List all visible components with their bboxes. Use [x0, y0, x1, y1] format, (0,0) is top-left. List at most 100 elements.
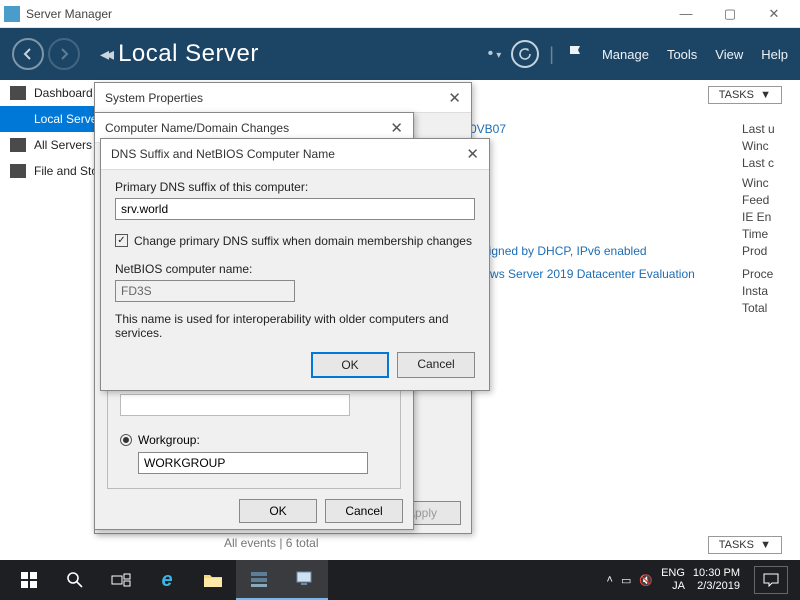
- property-row: Total: [470, 301, 782, 315]
- dropdown-icon[interactable]: •▾: [488, 45, 502, 63]
- tasks-label: TASKS: [719, 539, 754, 551]
- tray-chevron-up-icon[interactable]: ˄: [607, 574, 613, 586]
- system-tray: ˄ ▭ 🔇 ENG JA 10:30 PM 2/3/2019: [607, 566, 794, 594]
- property-row: Winc: [470, 176, 782, 190]
- window-close-button[interactable]: ✕: [752, 0, 796, 28]
- taskview-icon: [111, 573, 131, 587]
- cancel-button[interactable]: Cancel: [325, 499, 403, 523]
- property-value[interactable]: [470, 210, 742, 224]
- properties-grid: 0VB07Last upWincLast cWincFeedIE EnTimea…: [470, 122, 782, 318]
- cancel-button[interactable]: Cancel: [397, 352, 475, 378]
- property-label-fragment: Last u: [742, 122, 782, 136]
- refresh-button[interactable]: [511, 40, 539, 68]
- computer-icon: [295, 570, 315, 588]
- nav-back-button[interactable]: [12, 38, 44, 70]
- netbios-note: This name is used for interoperability w…: [115, 312, 475, 340]
- tasks-dropdown-top[interactable]: TASKS ▼: [708, 86, 782, 104]
- tasks-dropdown-bottom[interactable]: TASKS ▼: [708, 536, 782, 554]
- servermanager-icon: [249, 570, 269, 588]
- nav-forward-button[interactable]: [48, 38, 80, 70]
- taskbar-sysprops-button[interactable]: [282, 560, 328, 600]
- taskbar-start-button[interactable]: [6, 560, 52, 600]
- property-value[interactable]: ndows Server 2019 Datacenter Evaluation: [470, 267, 742, 281]
- property-label-fragment: Proce: [742, 267, 782, 281]
- servermanager-app-icon: [4, 6, 20, 22]
- sidebar-item-label: Dashboard: [34, 86, 93, 100]
- ok-button[interactable]: OK: [311, 352, 389, 378]
- property-value[interactable]: [470, 193, 742, 207]
- property-label-fragment: Prod: [742, 244, 782, 258]
- property-row: ndows Server 2019 Datacenter EvaluationP…: [470, 267, 782, 281]
- arrow-right-icon: [57, 47, 71, 61]
- tray-sound-icon[interactable]: 🔇: [639, 574, 653, 587]
- lang-secondary: JA: [672, 580, 685, 593]
- taskbar-taskview-button[interactable]: [98, 560, 144, 600]
- dialog-dns-suffix: DNS Suffix and NetBIOS Computer Name ✕ P…: [100, 138, 490, 391]
- dialog-title-text: Computer Name/Domain Changes: [105, 121, 289, 135]
- property-value[interactable]: [470, 227, 742, 241]
- workgroup-input[interactable]: [138, 452, 368, 474]
- window-minimize-button[interactable]: —: [664, 0, 708, 28]
- property-row: Last c: [470, 156, 782, 170]
- tray-network-icon[interactable]: ▭: [621, 574, 631, 587]
- ok-button[interactable]: OK: [239, 499, 317, 523]
- window-maximize-button[interactable]: ▢: [708, 0, 752, 28]
- refresh-icon: [518, 47, 532, 61]
- close-icon[interactable]: ✕: [390, 119, 403, 137]
- dialog-titlebar[interactable]: System Properties ✕: [95, 83, 471, 113]
- close-icon[interactable]: ✕: [448, 89, 461, 107]
- property-row: 0VB07Last u: [470, 122, 782, 136]
- dialog-button-row: OK Cancel: [115, 340, 475, 380]
- property-row: lInsta: [470, 284, 782, 298]
- property-value[interactable]: assigned by DHCP, IPv6 enabled: [470, 244, 742, 258]
- menu-view[interactable]: View: [715, 47, 743, 62]
- menu-help[interactable]: Help: [761, 47, 788, 62]
- workgroup-radio-label: Workgroup:: [138, 433, 200, 447]
- taskbar-servermanager-button[interactable]: [236, 560, 282, 600]
- property-label-fragment: Insta: [742, 284, 782, 298]
- domain-field-disabled: [120, 394, 350, 416]
- property-label-fragment: Winc: [742, 139, 782, 153]
- folder-icon: [203, 572, 223, 588]
- window-title: Server Manager: [26, 7, 664, 21]
- property-row: Time: [470, 227, 782, 241]
- taskbar-search-button[interactable]: [52, 560, 98, 600]
- property-label-fragment: Feed: [742, 193, 782, 207]
- property-label-fragment: Total: [742, 301, 782, 315]
- property-value[interactable]: [470, 301, 742, 315]
- primary-dns-input[interactable]: [115, 198, 475, 220]
- server-icon: [10, 112, 26, 126]
- close-icon[interactable]: ✕: [466, 145, 479, 163]
- storage-icon: [10, 164, 26, 178]
- property-value[interactable]: [470, 176, 742, 190]
- property-value[interactable]: 0VB07: [470, 122, 742, 136]
- property-value[interactable]: p: [470, 139, 742, 153]
- notifications-flag-icon[interactable]: [568, 45, 584, 63]
- workgroup-radio[interactable]: Workgroup:: [120, 433, 200, 447]
- taskbar-explorer-button[interactable]: [190, 560, 236, 600]
- dialog-title-text: DNS Suffix and NetBIOS Computer Name: [111, 147, 335, 161]
- servers-icon: [10, 138, 26, 152]
- tray-action-center-button[interactable]: [754, 566, 788, 594]
- member-of-group: Workgroup:: [107, 383, 401, 489]
- property-label-fragment: Last c: [742, 156, 782, 170]
- windows-logo-icon: [21, 572, 37, 588]
- dialog-button-row: OK Cancel: [95, 493, 413, 529]
- dialog-titlebar[interactable]: DNS Suffix and NetBIOS Computer Name ✕: [101, 139, 489, 169]
- tray-clock[interactable]: 10:30 PM 2/3/2019: [693, 567, 740, 593]
- breadcrumb-chevron-icon: ◂◂: [100, 44, 110, 65]
- primary-dns-label: Primary DNS suffix of this computer:: [115, 180, 475, 194]
- dashboard-icon: [10, 86, 26, 100]
- property-value[interactable]: l: [470, 284, 742, 298]
- property-row: pWinc: [470, 139, 782, 153]
- sidebar-item-label: All Servers: [34, 138, 92, 152]
- change-dns-checkbox[interactable]: ✓Change primary DNS suffix when domain m…: [115, 234, 472, 248]
- property-value[interactable]: [470, 156, 742, 170]
- tray-language[interactable]: ENG JA: [661, 567, 685, 593]
- notification-icon: [763, 573, 779, 587]
- taskbar-ie-button[interactable]: e: [144, 560, 190, 600]
- window-titlebar: Server Manager — ▢ ✕: [0, 0, 800, 28]
- menu-manage[interactable]: Manage: [602, 47, 649, 62]
- menu-tools[interactable]: Tools: [667, 47, 697, 62]
- netbios-input: [115, 280, 295, 302]
